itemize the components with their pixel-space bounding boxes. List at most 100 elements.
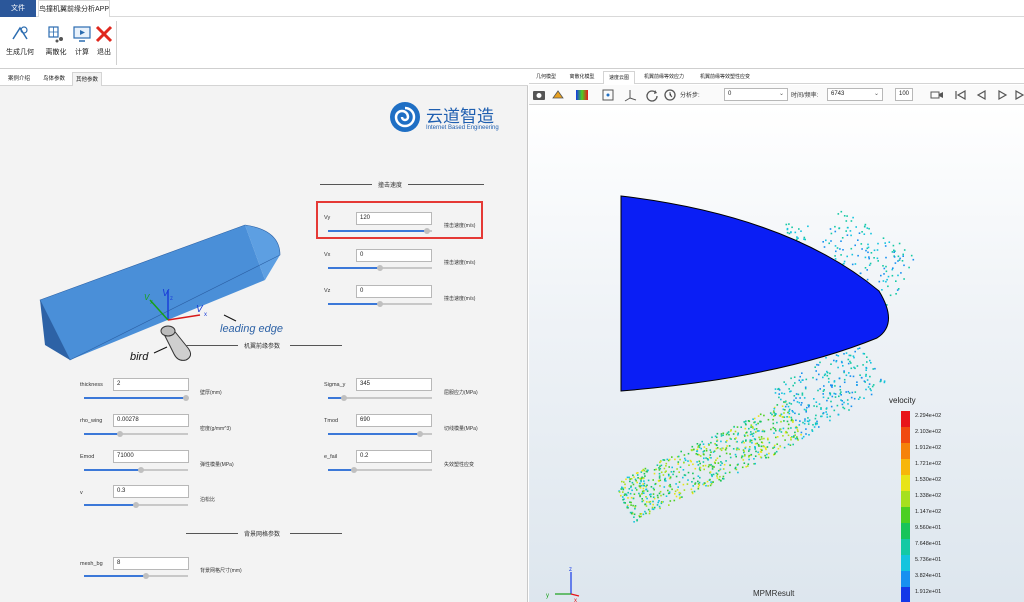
tmod-unit: 切线模量(MPa) <box>444 426 478 432</box>
zoom-field[interactable]: 100 <box>895 88 913 101</box>
tab-geometry-model[interactable]: 几何模型 <box>531 71 561 84</box>
legend-swatch <box>901 539 910 556</box>
3d-viewport[interactable]: z y x velocity 2.294e+02 2.103e+02 1.912e+… <box>529 106 1024 602</box>
tab-bird-params[interactable]: 鸟体参数 <box>37 72 71 86</box>
rotate-icon[interactable] <box>645 88 659 102</box>
step-select-value: 0 <box>728 91 732 97</box>
legend-label: 5.736e+01 <box>915 557 942 563</box>
vx-input[interactable]: 0 <box>356 249 432 262</box>
swirl-logo-icon <box>390 102 420 132</box>
generate-geometry-button[interactable]: 生成几何 <box>4 21 36 65</box>
thickness-input[interactable]: 2 <box>113 378 189 391</box>
fit-view-icon[interactable] <box>601 88 615 102</box>
poisson-label: v <box>80 490 83 496</box>
legend-label: 1.912e+02 <box>915 445 942 451</box>
mesh-params-rule-right <box>290 533 342 534</box>
vx-field-label: Vx <box>324 252 331 258</box>
legend-swatch <box>901 411 910 428</box>
emod-input[interactable]: 71000 <box>113 450 189 463</box>
time-select[interactable]: 6743 ⌄ <box>827 88 883 101</box>
tab-velocity-contour[interactable]: 速度云图 <box>603 71 635 84</box>
poisson-slider[interactable] <box>84 502 188 508</box>
mesh-params-title: 背景网格参数 <box>244 532 281 538</box>
wing-section-shape <box>620 195 889 392</box>
tab-equivalent-plastic-strain[interactable]: 机翼前缘等效塑性应变 <box>693 71 757 84</box>
wing-params-title: 机翼前缘参数 <box>244 344 281 350</box>
play-icon[interactable] <box>995 88 1009 102</box>
tmod-label: Tmod <box>324 418 339 424</box>
bird-pointer <box>153 346 168 354</box>
legend-label: 1.147e+02 <box>915 509 942 515</box>
tab-other-params[interactable]: 其他参数 <box>72 72 102 86</box>
reset-view-icon[interactable] <box>663 88 677 102</box>
sigma-y-input[interactable]: 345 <box>356 378 432 391</box>
rho-wing-input[interactable]: 0.00278 <box>113 414 189 427</box>
emod-slider[interactable] <box>84 467 188 473</box>
record-video-icon[interactable] <box>930 88 944 102</box>
time-label: 时间/频率: <box>791 93 819 99</box>
mesh-bg-input[interactable]: 8 <box>113 557 189 570</box>
ribbon: 生成几何 离散化 计算 退出 <box>0 17 1024 69</box>
vx-slider[interactable] <box>328 265 432 271</box>
right-tab-bar: 几何模型 离散化模型 速度云图 机翼前缘等效应力 机翼前缘等效塑性应变 <box>529 70 1024 84</box>
legend-swatch <box>901 555 910 572</box>
bird-label: bird <box>130 351 149 363</box>
render-mode-icon[interactable] <box>551 88 565 102</box>
leading-edge-pointer <box>223 314 237 322</box>
rho-wing-slider[interactable] <box>84 431 188 437</box>
wing-params-rule-left <box>186 345 238 346</box>
menu-file[interactable]: 文件 <box>0 0 36 17</box>
tab-case-intro[interactable]: 案例介绍 <box>2 72 36 86</box>
bird-projectile <box>160 325 192 361</box>
mesh-bg-unit: 背景网格尺寸(mm) <box>200 568 242 574</box>
tmod-slider[interactable] <box>328 431 432 437</box>
e-fail-input[interactable]: 0.2 <box>356 450 432 463</box>
legend-label: 1.338e+02 <box>915 493 942 499</box>
legend-swatch <box>901 571 910 588</box>
e-fail-unit: 失效塑性应变 <box>444 462 475 468</box>
vz-input[interactable]: 0 <box>356 285 432 298</box>
legend-swatch <box>901 443 910 460</box>
vx-unit: 撞击速度(m/s) <box>444 260 476 266</box>
step-select[interactable]: 0 ⌄ <box>724 88 788 101</box>
sigma-y-unit: 屈服应力(MPa) <box>444 390 478 396</box>
legend-label: 2.294e+02 <box>915 413 942 419</box>
camera-icon[interactable] <box>532 88 546 102</box>
vz-unit: 撞击速度(m/s) <box>444 296 476 302</box>
logo-text: 云道智造 <box>426 107 494 127</box>
axis-triad: z y x <box>546 567 580 602</box>
tab-discrete-model[interactable]: 离散化模型 <box>563 71 601 84</box>
step-label: 分析步: <box>680 93 700 99</box>
mesh-params-rule-left <box>186 533 238 534</box>
rho-wing-unit: 密度(g/mm^3) <box>200 426 231 432</box>
color-map-icon[interactable] <box>575 88 589 102</box>
legend-swatch <box>901 475 910 492</box>
parameters-panel: 案例介绍 鸟体参数 其他参数 云道智造 Internet Based Engin… <box>0 70 528 602</box>
previous-frame-icon[interactable] <box>974 88 988 102</box>
wing-top-surface <box>40 225 265 360</box>
wing-diagram: V z V x V y bird leading edge <box>39 224 283 363</box>
vz-field-label: Vz <box>324 288 331 294</box>
legend-label: 1.912e+01 <box>915 589 942 595</box>
poisson-input[interactable]: 0.3 <box>113 485 189 498</box>
menu-app-tab[interactable]: 鸟撞机翼前缘分析APP <box>38 0 110 17</box>
legend-swatch <box>901 587 910 602</box>
e-fail-slider[interactable] <box>328 467 432 473</box>
mesh-icon <box>48 26 63 43</box>
tmod-input[interactable]: 690 <box>356 414 432 427</box>
vz-slider[interactable] <box>328 301 432 307</box>
thickness-slider[interactable] <box>84 395 189 401</box>
sigma-y-slider[interactable] <box>328 395 432 401</box>
legend-swatch <box>901 507 910 524</box>
next-frame-icon[interactable] <box>1013 88 1024 102</box>
chevron-down-icon: ⌄ <box>778 91 784 97</box>
impact-velocity-title: 撞击速度 <box>378 183 403 189</box>
tab-equivalent-stress[interactable]: 机翼前缘等效应力 <box>637 71 691 84</box>
mesh-bg-slider[interactable] <box>84 573 188 579</box>
legend-label: 3.824e+01 <box>915 573 942 579</box>
first-frame-icon[interactable] <box>953 88 967 102</box>
results-panel: 几何模型 离散化模型 速度云图 机翼前缘等效应力 机翼前缘等效塑性应变 分析步:… <box>529 70 1024 602</box>
result-label: MPMResult <box>753 589 795 598</box>
vx-label: V <box>196 304 204 315</box>
axes-icon[interactable] <box>623 88 637 102</box>
